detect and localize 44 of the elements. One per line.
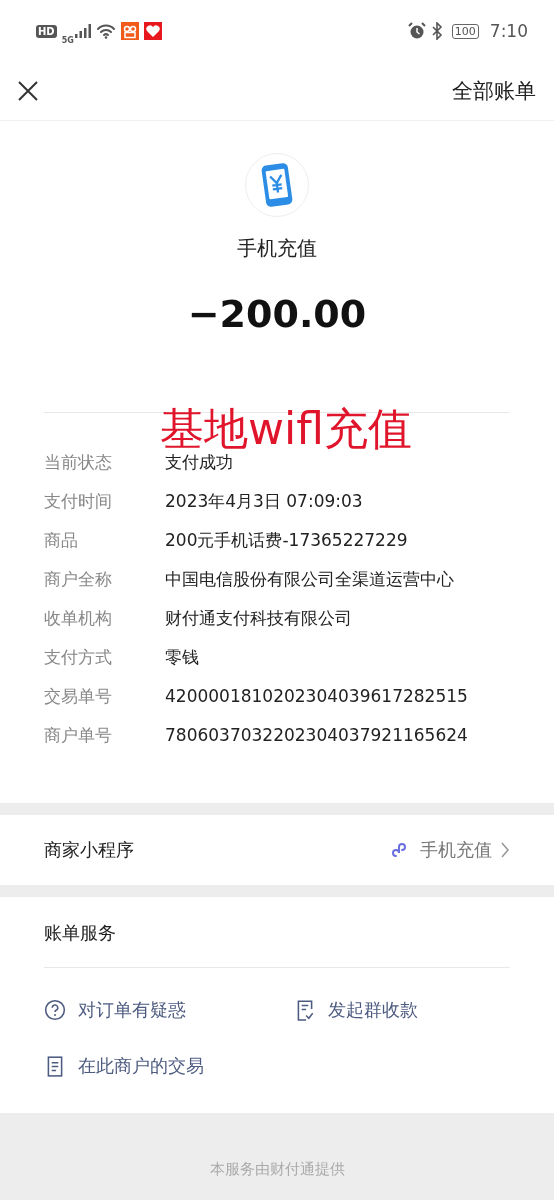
- row-value: 手机充值: [420, 838, 492, 862]
- section-title: 账单服务: [44, 897, 510, 968]
- question-icon: [44, 999, 66, 1021]
- field-value: 7806037032202304037921165624: [165, 724, 468, 747]
- alarm-icon: [407, 22, 426, 40]
- close-button[interactable]: [18, 81, 38, 101]
- field-value: 4200001810202304039617282515: [165, 685, 468, 708]
- network-badge: HD: [36, 24, 57, 38]
- field-label: 当前状态: [44, 451, 113, 474]
- amount-text: −200.00: [187, 292, 367, 336]
- field-value: 支付成功: [165, 451, 233, 474]
- footer-text: 本服务由财付通提供: [209, 1160, 345, 1180]
- field-label: 支付时间: [44, 490, 113, 513]
- annotation-text: 基地wifl充值: [160, 402, 412, 454]
- wifi-icon: [95, 23, 116, 39]
- network-type: 5G: [61, 35, 74, 45]
- field-value: 零钱: [165, 646, 199, 669]
- field-label: 支付方式: [44, 646, 113, 669]
- signal-icon: [74, 24, 91, 38]
- field-value: 中国电信股份有限公司全渠道运营中心: [165, 568, 454, 591]
- app-notification-icon: [120, 22, 139, 40]
- all-bills-link[interactable]: 全部账单: [452, 77, 536, 105]
- bluetooth-icon: [430, 22, 443, 40]
- clock-time: 7:10: [489, 21, 528, 41]
- service-label: 在此商户的交易: [78, 1054, 204, 1078]
- service-label: 对订单有疑惑: [78, 998, 186, 1022]
- field-value: 200元手机话费-17365227229: [165, 529, 408, 552]
- field-label: 商品: [44, 529, 79, 552]
- mini-program-row[interactable]: 商家小程序 手机充值: [0, 815, 554, 885]
- transaction-title: 手机充值: [237, 235, 317, 262]
- service-link[interactable]: 在此商户的交易: [44, 1054, 294, 1078]
- field-label: 商户单号: [44, 724, 113, 747]
- battery-level: 100: [451, 23, 479, 39]
- field-label: 收单机构: [44, 607, 113, 630]
- field-label: 商户全称: [44, 568, 113, 591]
- field-value: 财付通支付科技有限公司: [165, 607, 352, 630]
- service-link[interactable]: 发起群收款: [294, 998, 510, 1022]
- heart-icon: [143, 22, 162, 40]
- field-label: 交易单号: [44, 685, 113, 708]
- field-value: 2023年4月3日 07:09:03: [165, 490, 363, 513]
- chevron-right-icon: [500, 841, 510, 859]
- service-label: 发起群收款: [328, 998, 418, 1022]
- service-link[interactable]: 对订单有疑惑: [44, 998, 294, 1022]
- row-label: 商家小程序: [44, 838, 134, 862]
